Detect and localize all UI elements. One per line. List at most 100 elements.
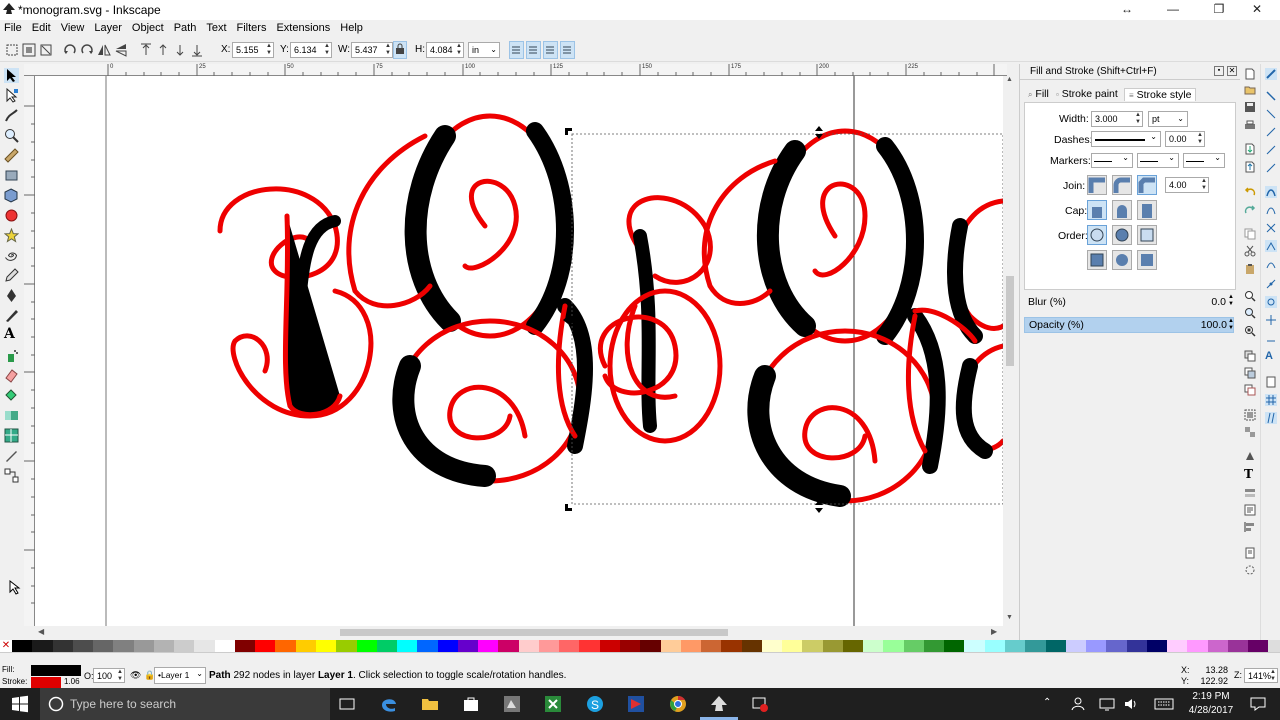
palette-swatch[interactable] (255, 640, 276, 652)
palette-swatch[interactable] (1187, 640, 1208, 652)
palette-swatch[interactable] (619, 640, 641, 652)
palette-swatch[interactable] (782, 640, 803, 652)
monogram-artwork[interactable] (35, 76, 1003, 626)
panel-iconify-icon[interactable]: ▪ (1214, 66, 1224, 76)
end-marker-select[interactable]: ⌄ (1183, 153, 1225, 168)
image-editor-icon[interactable] (502, 694, 522, 714)
scale-stroke-button[interactable] (509, 41, 524, 59)
undo-icon[interactable] (1244, 186, 1256, 198)
palette-swatch[interactable] (417, 640, 438, 652)
dropper-tool-icon[interactable] (4, 448, 19, 463)
scroll-left-icon[interactable]: ◀ (38, 627, 44, 636)
lock-ratio-button[interactable] (393, 41, 407, 59)
blur-row[interactable]: Blur (%) 0.0 ▲ ▼ (1024, 294, 1234, 310)
horizontal-scroll-thumb[interactable] (340, 629, 728, 636)
spin-arrows-icon[interactable]: ▲ ▼ (1270, 669, 1276, 683)
paint-bucket-tool-icon[interactable] (4, 388, 19, 403)
palette-swatch[interactable] (842, 640, 864, 652)
palette-swatch[interactable] (1106, 640, 1127, 652)
keyboard-icon[interactable] (1154, 697, 1174, 711)
palette-swatch[interactable] (680, 640, 702, 652)
palette-swatch[interactable] (234, 640, 256, 652)
palette-swatch[interactable] (437, 640, 458, 652)
join-round-button[interactable] (1112, 175, 1132, 195)
unlink-clone-icon[interactable] (1244, 384, 1256, 396)
snap-text-icon[interactable]: A (1265, 350, 1277, 362)
star-tool-icon[interactable] (4, 228, 19, 243)
palette-swatch[interactable] (376, 640, 398, 652)
rectangle-tool-icon[interactable] (4, 168, 19, 183)
palette-swatch[interactable] (174, 640, 195, 652)
snap-grid-icon[interactable] (1265, 394, 1277, 406)
palette-swatch[interactable] (599, 640, 620, 652)
connector-tool-icon[interactable] (4, 468, 19, 483)
cut-icon[interactable] (1244, 245, 1256, 257)
clone-icon[interactable] (1244, 367, 1256, 379)
scroll-up-icon[interactable]: ▲ (1006, 76, 1013, 83)
palette-swatch[interactable] (32, 640, 53, 652)
w-input[interactable]: 5.437 ▲ ▼ (351, 42, 393, 58)
cap-round-button[interactable] (1112, 200, 1132, 220)
palette-swatch[interactable] (1248, 640, 1269, 652)
snap-text-baseline-icon[interactable] (1265, 332, 1277, 344)
network-icon[interactable] (1099, 697, 1115, 711)
menu-help[interactable]: Help (335, 20, 368, 37)
fill-stroke-dialog-icon[interactable] (1244, 450, 1256, 462)
zoom-drawing-icon[interactable] (1244, 307, 1256, 319)
edge-browser-icon[interactable] (379, 694, 399, 714)
pencil-tool-icon[interactable] (4, 268, 19, 283)
document-properties-icon[interactable] (1244, 564, 1256, 576)
palette-swatch[interactable] (741, 640, 762, 652)
spin-arrows-icon[interactable]: ▲ ▼ (1197, 132, 1203, 146)
tab-fill[interactable]: ⌕ Fill (1028, 88, 1049, 100)
flip-horizontal-icon[interactable] (97, 43, 111, 57)
redo-icon[interactable] (1244, 204, 1256, 216)
palette-swatch[interactable] (1146, 640, 1168, 652)
rotate-cw-icon[interactable] (80, 43, 94, 57)
palette-swatch[interactable] (1045, 640, 1066, 652)
clock-time[interactable]: 2:19 PM (1186, 691, 1236, 702)
palette-swatch[interactable] (863, 640, 884, 652)
palette-swatch[interactable] (1065, 640, 1087, 652)
palette-swatch[interactable] (538, 640, 560, 652)
tab-stroke-style[interactable]: ≡ Stroke style (1124, 88, 1197, 101)
palette-swatch[interactable] (1005, 640, 1026, 652)
no-paint-swatch-icon[interactable]: ✕ (0, 640, 12, 652)
store-icon[interactable] (461, 694, 481, 714)
y-input[interactable]: 6.134 ▲ ▼ (290, 42, 332, 58)
zoom-input[interactable]: 141% ▲ ▼ (1244, 668, 1278, 683)
move-gradients-button[interactable] (543, 41, 558, 59)
spiral-tool-icon[interactable] (4, 248, 19, 263)
move-patterns-button[interactable] (560, 41, 575, 59)
scroll-down-icon[interactable]: ▼ (1006, 614, 1013, 621)
panel-close-icon[interactable]: ✕ (1227, 66, 1237, 76)
palette-swatch[interactable] (579, 640, 600, 652)
palette-swatch[interactable] (944, 640, 965, 652)
palette-swatch[interactable] (457, 640, 479, 652)
vertical-scrollbar[interactable]: ▲ ▼ (1003, 76, 1017, 626)
spin-arrows-icon[interactable]: ▲ ▼ (385, 43, 391, 57)
handle-top-left-icon[interactable] (565, 128, 572, 135)
xml-editor-icon[interactable] (1244, 504, 1256, 516)
horizontal-scrollbar[interactable]: ◀ ▶ (35, 626, 1003, 639)
snap-bbox-edge-icon[interactable] (1265, 108, 1277, 120)
text-tool-icon[interactable]: A (4, 326, 19, 342)
zoom-page-icon[interactable] (1244, 325, 1256, 337)
order-stroke-markers-button[interactable] (1137, 250, 1157, 270)
task-view-icon[interactable] (337, 694, 357, 714)
text-dialog-icon[interactable]: T (1244, 467, 1256, 481)
menu-extensions[interactable]: Extensions (271, 20, 335, 37)
snap-bbox-corner-icon[interactable] (1265, 126, 1277, 138)
fill-indicator[interactable] (31, 665, 81, 676)
palette-swatch[interactable] (214, 640, 235, 652)
clock-date[interactable]: 4/28/2017 (1183, 705, 1239, 716)
menu-view[interactable]: View (56, 20, 90, 37)
palette-swatch[interactable] (802, 640, 823, 652)
zoom-selection-icon[interactable] (1244, 290, 1256, 302)
palette-swatch[interactable] (1025, 640, 1046, 652)
scroll-right-icon[interactable]: ▶ (991, 627, 997, 636)
palette-swatch[interactable] (153, 640, 175, 652)
vertical-scroll-thumb[interactable] (1006, 276, 1014, 366)
spin-arrows-icon[interactable]: ▲ ▼ (324, 43, 330, 57)
palette-swatch[interactable] (559, 640, 580, 652)
